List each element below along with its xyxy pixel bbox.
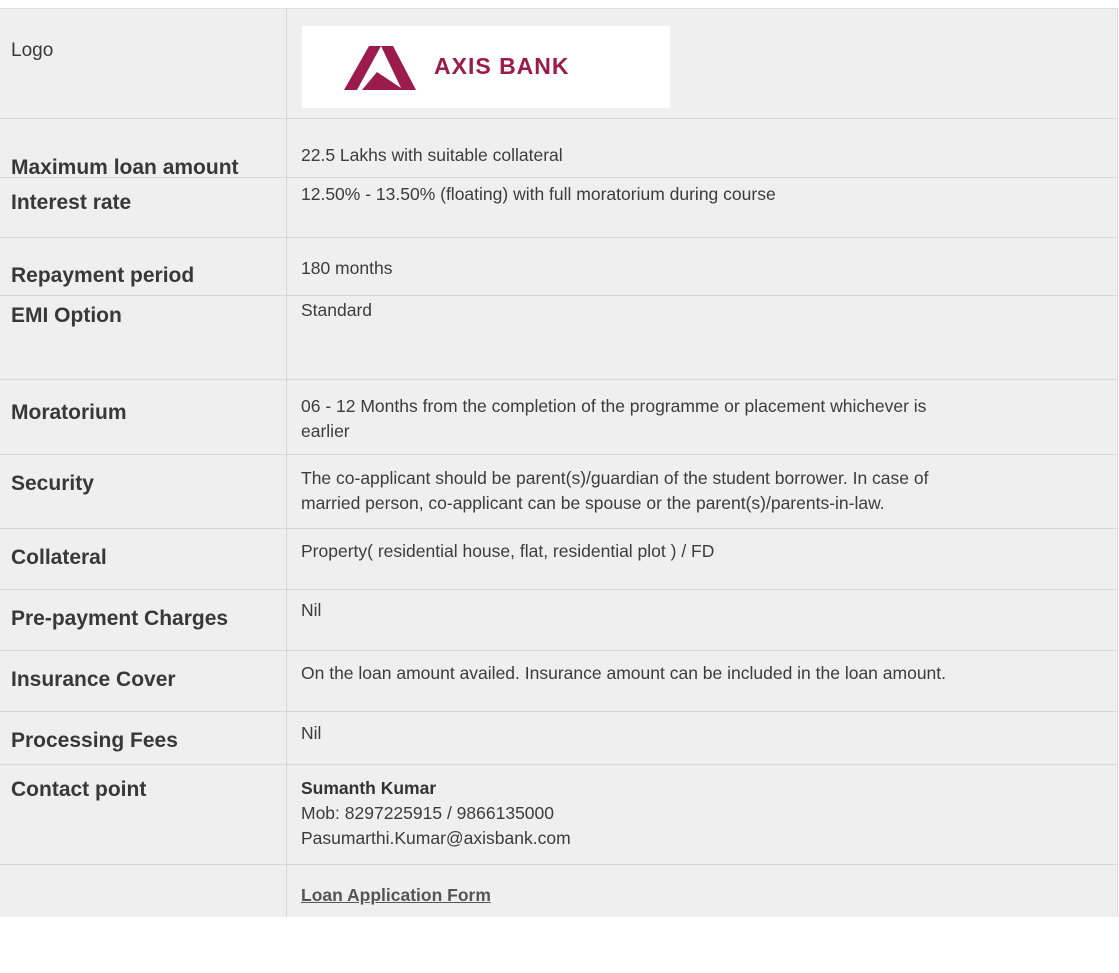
contact-email: Pasumarthi.Kumar@axisbank.com [301,828,571,848]
logo-cell: AXIS BANK [287,9,1117,118]
row-label: Contact point [0,765,287,864]
table-row: Collateral Property( residential house, … [0,529,1117,590]
row-label: Pre-payment Charges [0,590,287,650]
row-label: Logo [0,9,287,118]
row-label: Interest rate [0,178,287,237]
row-value: Nil [301,600,322,620]
row-label: Insurance Cover [0,651,287,711]
table-row: Processing Fees Nil [0,712,1117,765]
table-row: Maximum loan amount 22.5 Lakhs with suit… [0,119,1117,179]
axis-bank-logo: AXIS BANK [302,26,670,108]
contact-mobile: Mob: 8297225915 / 9866135000 [301,803,555,823]
row-value: Standard [301,300,373,320]
logo-label: Logo [11,40,54,61]
axis-bank-logo-mark-icon [344,46,416,90]
row-label: Collateral [0,529,287,589]
row-value: On the loan amount availed. Insurance am… [301,663,947,683]
row-value: Property( residential house, flat, resid… [301,541,715,561]
row-value: The co-applicant should be parent(s)/gua… [301,468,929,513]
row-label: Moratorium [0,380,287,454]
table-row: Security The co-applicant should be pare… [0,455,1117,529]
loan-details-table: Logo AXIS BANK Maximum loan amount 22.5 … [0,8,1118,917]
row-label: EMI Option [0,296,287,379]
table-row: Moratorium 06 - 12 Months from the compl… [0,380,1117,455]
contact-name: Sumanth Kumar [301,778,437,798]
loan-application-form-link[interactable]: Loan Application Form [301,885,491,905]
axis-bank-logo-text: AXIS BANK [434,53,570,79]
table-row: Insurance Cover On the loan amount avail… [0,651,1117,712]
row-label: Repayment period [0,238,287,295]
row-value: 12.50% - 13.50% (floating) with full mor… [301,184,776,204]
logo-row: Logo AXIS BANK [0,9,1117,119]
footer-row: Loan Application Form [0,865,1117,917]
row-value: 22.5 Lakhs with suitable collateral [301,145,563,165]
table-row: Interest rate 12.50% - 13.50% (floating)… [0,178,1117,238]
footer-cell: Loan Application Form [287,865,1117,917]
table-row: Pre-payment Charges Nil [0,590,1117,651]
table-row: Repayment period 180 months [0,238,1117,296]
empty-label-cell [0,865,287,917]
contact-row: Contact point Sumanth Kumar Mob: 8297225… [0,765,1117,865]
row-label: Processing Fees [0,712,287,764]
row-label: Maximum loan amount [0,119,287,179]
row-value: 180 months [301,258,393,278]
row-value: 06 - 12 Months from the completion of th… [301,396,927,441]
contact-details: Sumanth Kumar Mob: 8297225915 / 98661350… [287,765,1117,864]
row-label: Security [0,455,287,528]
row-value: Nil [301,723,322,743]
table-row: EMI Option Standard [0,296,1117,380]
